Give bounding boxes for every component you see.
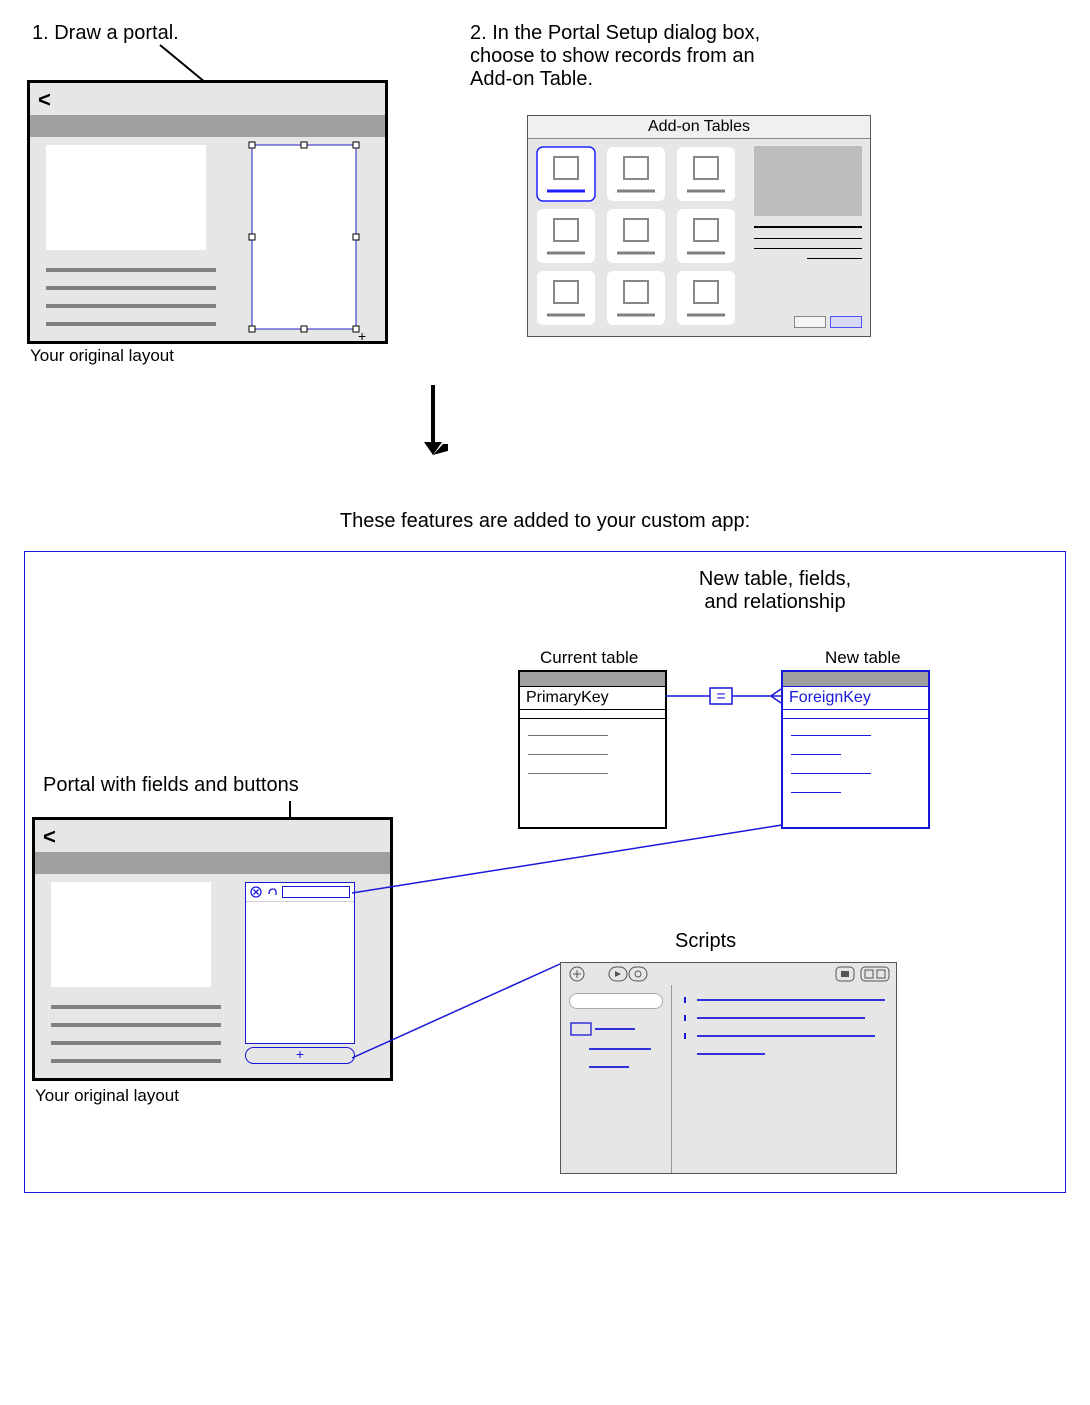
layout-mockup-1: < + bbox=[27, 80, 388, 344]
back-chevron-icon: < bbox=[38, 87, 51, 113]
step2-text-line2: choose to show records from an bbox=[470, 45, 760, 68]
relationship-heading-l2: and relationship bbox=[625, 591, 925, 614]
current-table-label: Current table bbox=[540, 648, 638, 668]
result-intro: These features are added to your custom … bbox=[0, 510, 1090, 533]
scripts-toolbar bbox=[561, 963, 896, 987]
step2-text-line3: Add-on Table. bbox=[470, 68, 760, 91]
connector-button-to-scripts bbox=[350, 962, 570, 1082]
arrow-down-icon bbox=[418, 380, 448, 460]
new-table-label: New table bbox=[825, 648, 901, 668]
script-steps bbox=[675, 989, 890, 1109]
relationship-heading-l1: New table, fields, bbox=[625, 568, 925, 591]
result-portal-rect bbox=[245, 882, 355, 1044]
delete-icon bbox=[250, 886, 262, 898]
relationship-connector: = bbox=[663, 684, 783, 714]
add-row-button[interactable]: + bbox=[245, 1047, 355, 1064]
scripts-heading: Scripts bbox=[675, 930, 736, 953]
addon-thumbnails bbox=[534, 144, 744, 330]
scripts-window bbox=[560, 962, 897, 1174]
result-box: New table, fields, and relationship Curr… bbox=[24, 551, 1066, 1193]
layout-caption-2: Your original layout bbox=[35, 1086, 179, 1106]
step2-text-line1: 2. In the Portal Setup dialog box, bbox=[470, 22, 760, 45]
dialog-title: Add-on Tables bbox=[648, 118, 750, 135]
attachment-icon bbox=[266, 886, 278, 898]
new-table-box: ForeignKey bbox=[781, 670, 930, 829]
layout-mockup-2: < + bbox=[32, 817, 393, 1081]
addon-tables-dialog: Add-on Tables bbox=[527, 115, 871, 337]
layout-caption-1: Your original layout bbox=[30, 346, 174, 366]
foreign-key-field: ForeignKey bbox=[783, 687, 928, 710]
svg-text:=: = bbox=[716, 688, 725, 705]
svg-text:+: + bbox=[358, 328, 366, 341]
connector-table-to-portal bbox=[350, 823, 790, 903]
primary-key-field: PrimaryKey bbox=[520, 687, 665, 710]
current-table-box: PrimaryKey bbox=[518, 670, 667, 829]
portal-selection-rect: + bbox=[248, 141, 368, 341]
back-chevron-icon-2: < bbox=[43, 824, 56, 850]
portal-heading: Portal with fields and buttons bbox=[43, 774, 299, 797]
